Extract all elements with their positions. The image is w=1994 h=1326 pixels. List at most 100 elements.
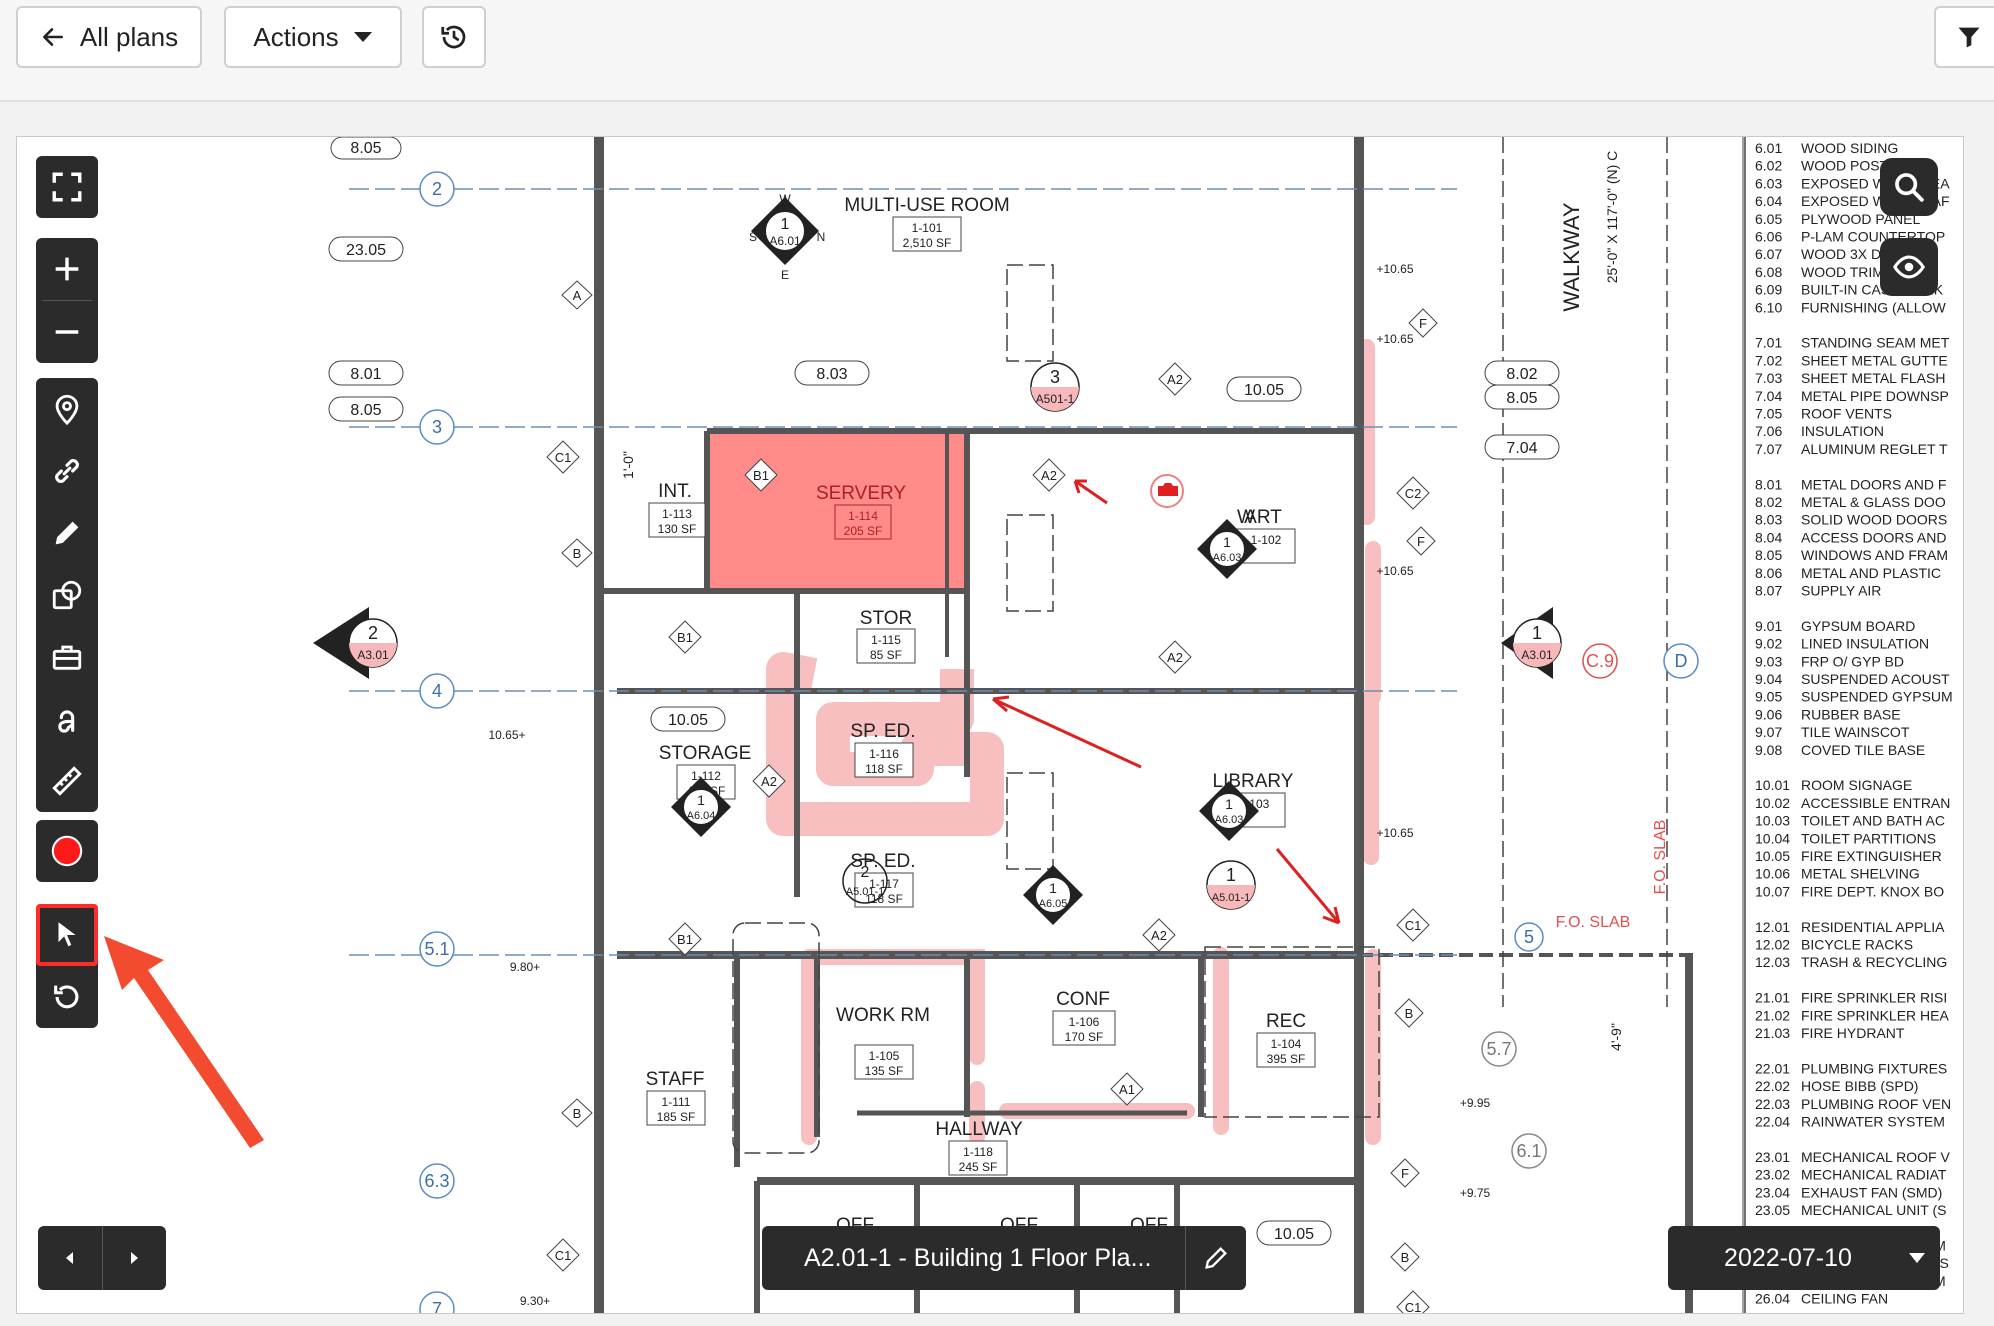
legend-text: MECHANICAL ROOF V [1801,1149,1950,1165]
legend-code: 23.04 [1755,1184,1790,1200]
date-selector[interactable]: 2022-07-10 [1668,1226,1940,1290]
filter-button[interactable] [1934,6,1994,68]
select-tool[interactable] [36,904,98,966]
svg-text:STORAGE: STORAGE [659,743,752,764]
legend-text: STANDING SEAM MET [1801,335,1950,351]
keynote-tag: 8.02 [1484,360,1560,386]
markup-arrow-2[interactable] [992,695,1142,769]
markup-arrow-3[interactable] [1275,848,1341,925]
svg-text:A6.01: A6.01 [769,234,801,248]
record-group [36,820,98,882]
svg-text:10.05: 10.05 [668,712,708,729]
pin-tool[interactable] [36,378,98,440]
svg-text:1: 1 [697,792,705,808]
grid-bubble: D [1663,643,1699,679]
svg-text:2,510 SF: 2,510 SF [903,236,952,250]
svg-text:10.65+: 10.65+ [488,728,525,742]
all-plans-button[interactable]: All plans [16,6,202,68]
measure-tool[interactable] [36,750,98,812]
select-group [36,904,98,1028]
link-tool[interactable] [36,440,98,502]
svg-text:A1: A1 [1119,1082,1135,1097]
door-tag: B1 [668,620,702,654]
slab-label: F.O. SLAB [1652,820,1669,895]
svg-text:WORK RM: WORK RM [836,1005,930,1026]
legend-code: 10.05 [1755,848,1790,864]
markup-arrow-1[interactable] [1073,479,1108,505]
legend-text: TILE WAINSCOT [1801,724,1910,740]
edit-sheet-button[interactable] [1185,1226,1246,1290]
svg-text:C1: C1 [1405,1300,1422,1313]
pencil-tool[interactable] [36,502,98,564]
svg-text:B: B [573,546,582,561]
next-page-button[interactable] [103,1226,167,1290]
shapes-tool[interactable] [36,564,98,626]
legend-code: 10.07 [1755,883,1790,899]
sheet-title[interactable]: A2.01-1 - Building 1 Floor Pla... [762,1244,1185,1273]
svg-text:A2: A2 [1167,650,1183,665]
dimension-label: 1'-0" [620,451,636,479]
pointer-icon [58,922,76,947]
legend-code: 8.02 [1755,494,1782,510]
legend-code: 26.04 [1755,1291,1790,1307]
toolbox-tool[interactable] [36,626,98,688]
svg-text:B1: B1 [677,630,693,645]
section-marker: 1A6.01 [751,197,819,265]
svg-text:1-102: 1-102 [1251,533,1282,547]
actions-dropdown[interactable]: Actions [224,6,402,68]
svg-text:A501-1: A501-1 [1036,392,1075,406]
zoom-in-button[interactable] [36,238,98,300]
svg-text:130 SF: 130 SF [658,522,697,536]
svg-text:1: 1 [781,216,790,233]
svg-text:8.02: 8.02 [1506,366,1537,383]
prev-page-button[interactable] [38,1226,103,1290]
search-button[interactable] [1880,158,1938,216]
legend-code: 6.10 [1755,299,1782,315]
door-tag: A [561,280,593,310]
floor-plan-drawing[interactable]: 2 3 4 5.1 6.3 7 C.9 D 5 5.7 6.1 8.05 23.… [17,137,1963,1313]
zoom-group [36,238,98,363]
layers-visibility-button[interactable] [1880,238,1938,296]
undo-tool[interactable] [36,966,98,1028]
shapes-icon [52,580,82,610]
grid-bubble: 6.3 [419,1163,455,1199]
history-icon [441,25,466,49]
svg-text:+10.65: +10.65 [1376,826,1413,840]
svg-text:1: 1 [1226,865,1236,885]
keynote-tag: 8.05 [1484,384,1560,410]
legend-code: 9.07 [1755,724,1782,740]
svg-text:D: D [1675,651,1688,671]
fullscreen-button[interactable] [36,156,98,218]
svg-text:SP. ED.: SP. ED. [850,721,915,742]
svg-text:+9.95: +9.95 [1460,1096,1491,1110]
door-tag: C1 [1396,1290,1430,1313]
svg-text:8.05: 8.05 [1506,390,1537,407]
legend-code: 8.04 [1755,529,1782,545]
svg-text:170 SF: 170 SF [1065,1030,1104,1044]
keynote-tag: 8.01 [328,360,404,386]
svg-text:8.01: 8.01 [350,366,381,383]
legend-code: 22.04 [1755,1114,1790,1130]
legend-text: WOOD TRIM [1801,264,1884,280]
record-button[interactable] [36,820,98,882]
svg-text:A6.04: A6.04 [687,810,716,822]
text-tool[interactable] [36,688,98,750]
plan-canvas[interactable]: 2 3 4 5.1 6.3 7 C.9 D 5 5.7 6.1 8.05 23.… [16,136,1964,1314]
servery-highlight[interactable] [707,431,969,591]
legend-code: 7.07 [1755,441,1782,457]
actions-label: Actions [253,21,339,52]
legend-text: LINED INSULATION [1801,636,1929,652]
grid-bubble: 5 [1514,922,1544,952]
zoom-out-button[interactable] [36,301,98,363]
svg-text:STOR: STOR [860,608,912,629]
svg-text:A2: A2 [761,774,777,789]
legend-code: 23.05 [1755,1202,1790,1218]
link-icon [55,459,79,483]
camera-icon[interactable] [1158,483,1178,496]
history-button[interactable] [422,6,486,68]
keynote-tag: 10.05 [1226,376,1302,402]
svg-text:23.05: 23.05 [346,242,386,259]
svg-text:B: B [1405,1006,1414,1021]
svg-text:9.80+: 9.80+ [510,960,540,974]
date-value: 2022-07-10 [1724,1243,1852,1272]
